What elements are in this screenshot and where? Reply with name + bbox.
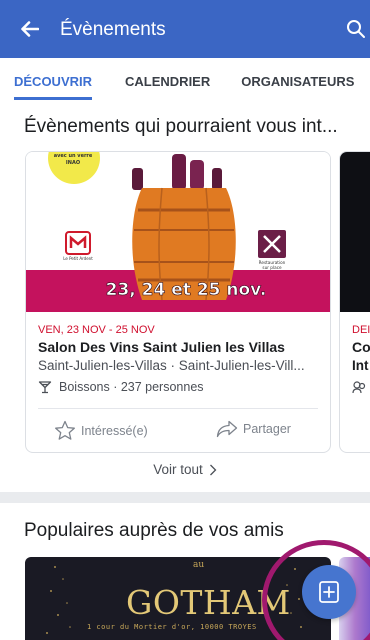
suggested-events-heading: Évènements qui pourraient vous int...: [24, 116, 338, 137]
tab-calendrier[interactable]: CALENDRIER: [125, 58, 210, 104]
see-all-link[interactable]: Voir tout: [0, 462, 370, 477]
page-title: Évènements: [60, 19, 166, 40]
popular-event-prefix: au: [193, 560, 205, 570]
poster-dates-banner: 23, 24 et 25 nov.: [106, 280, 267, 300]
app-screen: Évènements DÉCOUVRIR CALENDRIER ORGANISA…: [0, 0, 370, 640]
svg-text:sur place: sur place: [262, 265, 282, 270]
svg-text:avec un verre: avec un verre: [54, 153, 93, 159]
search-icon: [347, 20, 365, 38]
chevron-right-icon: [209, 464, 217, 475]
event-poster-partial: [340, 152, 370, 312]
event-category-text: Boissons · 237 personnes: [59, 380, 204, 394]
tab-bar: DÉCOUVRIR CALENDRIER ORGANISATEURS: [0, 58, 370, 104]
event-name-partial: Co: [352, 339, 370, 355]
search-button[interactable]: [346, 0, 370, 58]
section-separator: [0, 492, 370, 503]
tab-decouvrir[interactable]: DÉCOUVRIR: [14, 58, 93, 104]
popular-event-address: 1 cour du Mortier d'or, 10000 TROYES: [87, 623, 257, 631]
svg-text:Le Petit Ardent: Le Petit Ardent: [63, 256, 93, 261]
share-button[interactable]: Partager: [216, 420, 291, 438]
arrow-left-icon: [21, 21, 39, 37]
event-name[interactable]: Salon Des Vins Saint Julien les Villas: [38, 339, 285, 355]
event-location: Saint-Julien-les-Villas · Saint-Julien-l…: [38, 358, 305, 373]
create-event-icon: [319, 581, 339, 603]
share-label: Partager: [243, 422, 291, 436]
event-date: VEN, 23 NOV - 25 NOV: [38, 324, 155, 336]
card-divider: [38, 408, 318, 409]
event-card-partial[interactable]: DEI Co Int: [339, 151, 370, 453]
svg-text:INAO: INAO: [66, 160, 80, 166]
create-event-button[interactable]: [302, 565, 356, 619]
star-icon: [55, 420, 75, 440]
back-button[interactable]: [0, 0, 60, 58]
event-poster: avec un verre INAO 23, 24 et 25 nov. Le …: [26, 152, 330, 312]
popular-events-heading: Populaires auprès de vos amis: [24, 520, 284, 541]
event-card[interactable]: avec un verre INAO 23, 24 et 25 nov. Le …: [25, 151, 331, 453]
group-icon: [352, 381, 366, 394]
event-date-partial: DEI: [352, 324, 370, 336]
interested-button[interactable]: Intéressé(e): [54, 420, 148, 441]
cocktail-glass-icon: [38, 381, 52, 394]
share-icon: [216, 420, 238, 438]
tab-organisateurs[interactable]: ORGANISATEURS: [241, 58, 354, 104]
event-category: Boissons · 237 personnes: [38, 380, 204, 394]
top-app-bar: Évènements: [0, 0, 370, 58]
event-name-partial-2: Int: [352, 358, 369, 373]
see-all-label: Voir tout: [153, 462, 203, 477]
interested-label: Intéressé(e): [81, 423, 148, 438]
